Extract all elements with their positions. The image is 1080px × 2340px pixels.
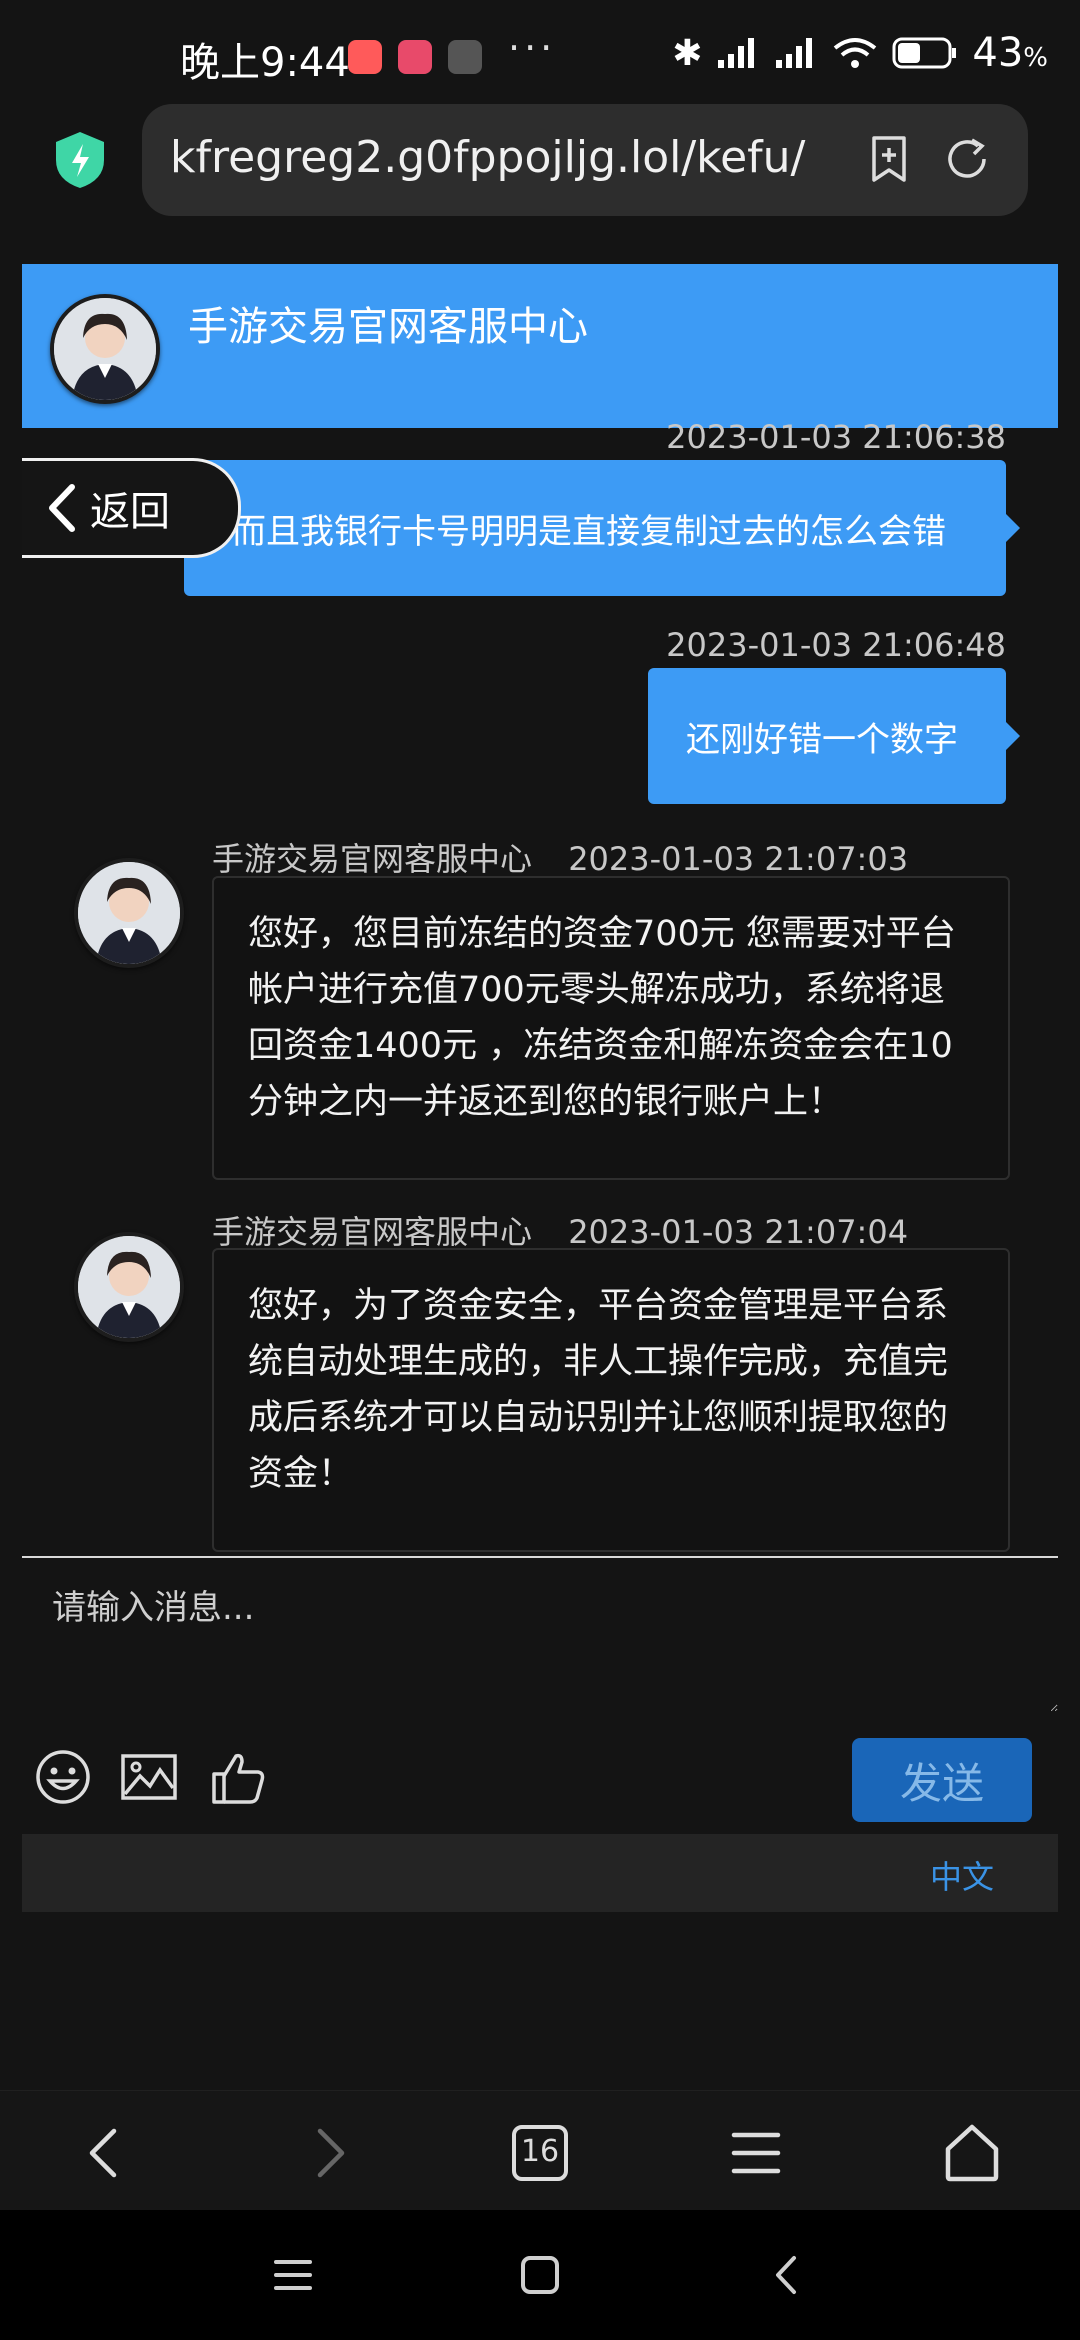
reload-icon[interactable] <box>942 134 992 184</box>
agent-avatar <box>74 1232 184 1342</box>
agent-avatar <box>50 294 160 404</box>
language-bar: 中文 <box>22 1834 1058 1912</box>
back-arrow-icon[interactable] <box>74 2121 138 2185</box>
more-notifications-icon: ··· <box>508 26 557 70</box>
menu-icon[interactable] <box>724 2121 788 2185</box>
signal-icon <box>776 38 813 68</box>
forward-arrow-icon[interactable] <box>296 2121 360 2185</box>
image-icon[interactable] <box>120 1748 178 1806</box>
back-label: 返回 <box>90 489 170 535</box>
chat-header: 手游交易官网客服中心 <box>22 264 1058 428</box>
message-timestamp: 2023-01-03 21:06:48 <box>666 626 1006 664</box>
thumbs-up-icon[interactable] <box>210 1748 268 1806</box>
tab-count: 16 <box>520 2134 560 2169</box>
emoji-icon[interactable] <box>34 1748 92 1806</box>
shield-icon[interactable] <box>54 130 106 190</box>
system-back-icon[interactable] <box>762 2250 812 2300</box>
message-input[interactable] <box>22 1562 1058 1712</box>
notification-app-icon <box>398 40 432 74</box>
chat-title: 手游交易官网客服中心 <box>188 304 588 350</box>
message-text: 您好，为了资金安全，平台资金管理是平台系统自动处理生成的，非人工操作完成，充值完… <box>248 1286 949 1494</box>
bookmark-add-icon[interactable] <box>864 134 914 184</box>
incoming-message: 您好，您目前冻结的资金700元 您需要对平台帐户进行充值700元零头解冻成功，系… <box>212 876 1010 1180</box>
browser-toolbar: 16 <box>0 2090 1080 2211</box>
notification-app-icon <box>448 40 482 74</box>
message-timestamp: 2023-01-03 21:07:03 <box>568 840 909 878</box>
system-navigation <box>0 2210 1080 2340</box>
back-button[interactable]: 返回 <box>22 458 241 558</box>
home-icon[interactable] <box>940 2121 1004 2185</box>
message-timestamp: 2023-01-03 21:07:04 <box>568 1213 909 1251</box>
address-bar[interactable]: kfregreg2.g0fppojljg.lol/kefu/ <box>142 104 1028 216</box>
message-text: 您好，您目前冻结的资金700元 您需要对平台帐户进行充值700元零头解冻成功，系… <box>248 914 956 1122</box>
wifi-icon <box>834 38 877 68</box>
incoming-message: 您好，为了资金安全，平台资金管理是平台系统自动处理生成的，非人工操作完成，充值完… <box>212 1248 1010 1552</box>
language-link[interactable]: 中文 <box>930 1852 994 1898</box>
battery-icon <box>892 37 957 69</box>
battery-unit: % <box>1023 43 1048 73</box>
outgoing-message: 而且我银行卡号明明是直接复制过去的怎么会错 <box>184 460 1020 596</box>
battery-percent: 43 <box>972 30 1024 76</box>
signal-icon <box>718 38 755 68</box>
send-button[interactable]: 发送 <box>852 1738 1032 1822</box>
tabs-button[interactable]: 16 <box>508 2121 572 2185</box>
outgoing-message: 还刚好错一个数字 <box>648 668 1020 804</box>
system-home-icon[interactable] <box>515 2250 565 2300</box>
recent-apps-icon[interactable] <box>268 2250 318 2300</box>
bluetooth-icon: ✱ <box>672 32 703 74</box>
message-meta: 手游交易官网客服中心 2023-01-03 21:07:03 <box>212 834 908 880</box>
url-text[interactable]: kfregreg2.g0fppojljg.lol/kefu/ <box>170 132 810 183</box>
sender-name: 手游交易官网客服中心 <box>212 840 533 878</box>
message-meta: 手游交易官网客服中心 2023-01-03 21:07:04 <box>212 1207 908 1253</box>
composer-divider <box>22 1556 1058 1558</box>
status-bar: 晚上9:44 ··· ✱ 43% <box>0 0 1080 100</box>
agent-avatar <box>74 858 184 968</box>
status-time: 晚上9:44 <box>180 40 350 86</box>
notification-app-icon <box>348 40 382 74</box>
chevron-left-icon <box>49 484 75 532</box>
message-text: 而且我银行卡号明明是直接复制过去的怎么会错 <box>232 512 946 552</box>
sender-name: 手游交易官网客服中心 <box>212 1213 533 1251</box>
message-timestamp: 2023-01-03 21:06:38 <box>666 418 1006 456</box>
message-text: 还刚好错一个数字 <box>686 720 958 760</box>
status-indicators: ✱ 43% <box>672 30 1048 76</box>
